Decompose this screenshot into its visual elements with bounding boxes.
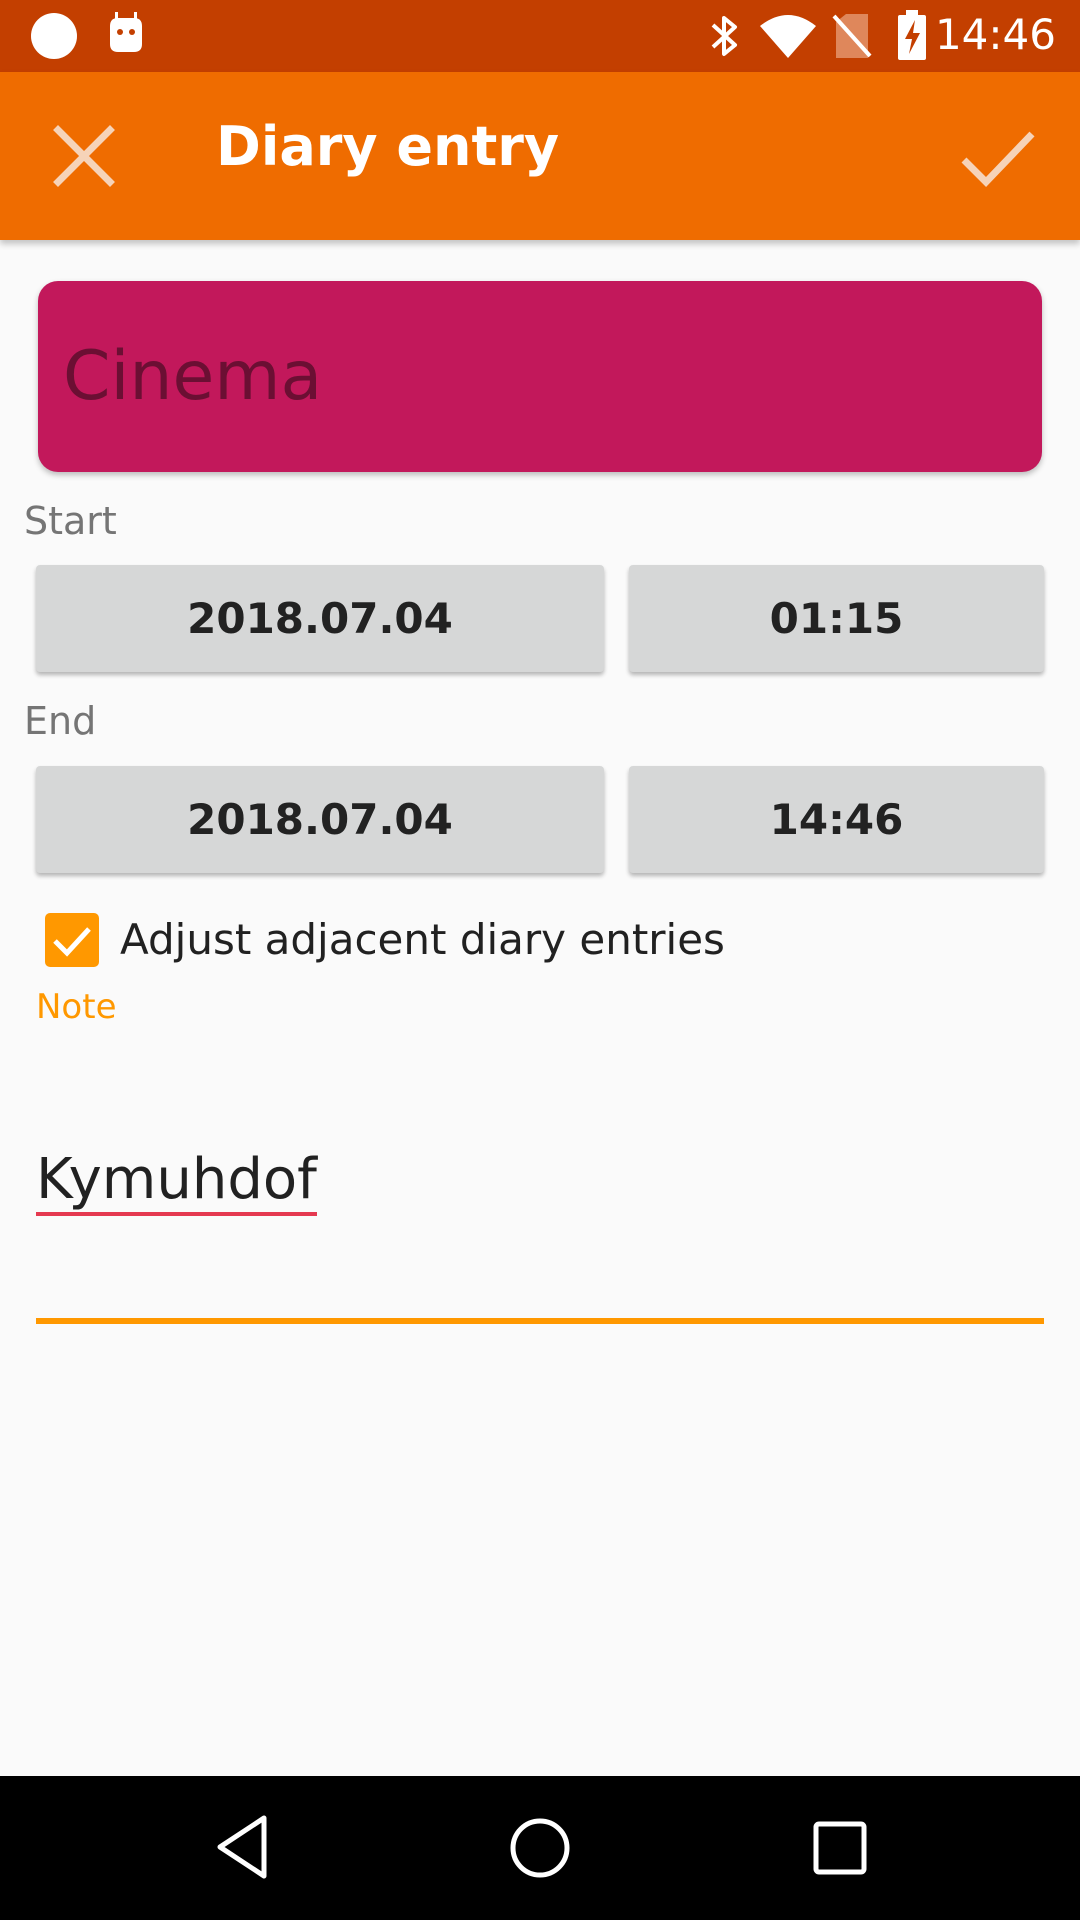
checkmark-icon	[53, 927, 91, 957]
note-input[interactable]: Kymuhdof	[36, 1152, 317, 1216]
adjust-entries-label[interactable]: Adjust adjacent diary entries	[120, 917, 725, 962]
home-icon[interactable]	[508, 1816, 572, 1880]
activity-name: Cinema	[63, 337, 323, 416]
note-label: Note	[36, 987, 117, 1027]
activity-selector[interactable]: Cinema	[38, 281, 1042, 472]
navigation-bar	[0, 1776, 1080, 1920]
no-sim-icon	[832, 14, 872, 58]
recents-icon[interactable]	[812, 1820, 868, 1876]
battery-charging-icon	[898, 10, 926, 60]
close-icon	[53, 125, 115, 187]
adjust-entries-checkbox[interactable]	[45, 913, 99, 967]
end-time-button[interactable]: 14:46	[629, 766, 1044, 873]
wifi-icon	[760, 15, 816, 58]
save-button[interactable]	[952, 112, 1040, 200]
status-bar: 14:46	[0, 0, 1080, 72]
end-date-button[interactable]: 2018.07.04	[36, 766, 604, 873]
bluetooth-icon	[711, 16, 737, 56]
check-icon	[961, 131, 1035, 188]
close-button[interactable]	[40, 112, 128, 200]
end-label: End	[24, 699, 97, 743]
start-time-button[interactable]: 01:15	[629, 565, 1044, 672]
start-date-button[interactable]: 2018.07.04	[36, 565, 604, 672]
start-label: Start	[24, 499, 117, 543]
page-title: Diary entry	[216, 115, 560, 178]
app-toolbar: Diary entry	[0, 72, 1080, 240]
note-input-underline	[36, 1318, 1044, 1324]
back-icon[interactable]	[212, 1812, 272, 1882]
android-icon	[110, 12, 142, 52]
status-time: 14:46	[934, 10, 1056, 59]
notification-dot-icon	[31, 13, 77, 59]
